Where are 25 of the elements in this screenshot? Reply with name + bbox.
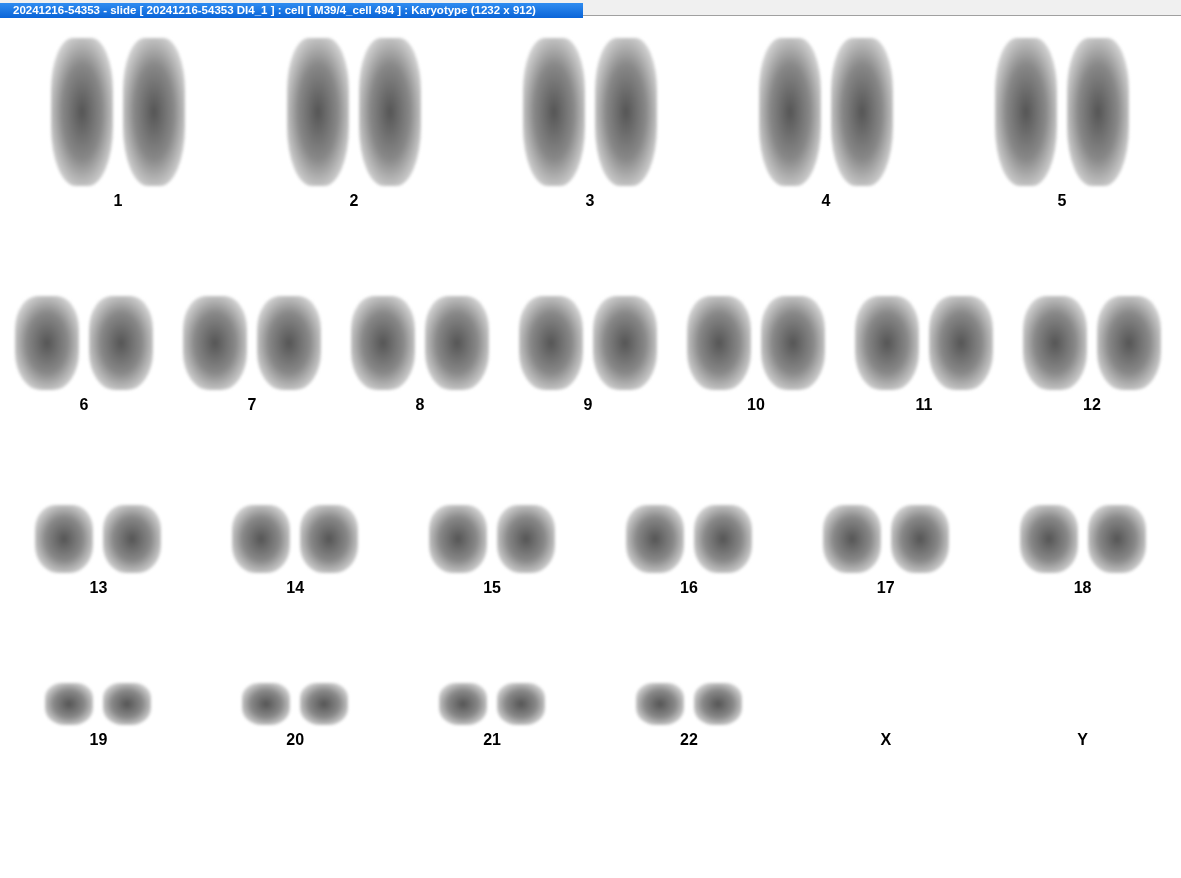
chromosome-number: 16 bbox=[680, 579, 698, 597]
chromosome-number: 13 bbox=[89, 579, 108, 597]
chromosome-number: 18 bbox=[1073, 579, 1092, 597]
chromosome-number: 3 bbox=[585, 192, 595, 210]
chromosome-number: 11 bbox=[915, 396, 933, 414]
chromosome-number: 17 bbox=[876, 579, 895, 597]
chromosome-number: X bbox=[880, 731, 892, 749]
chromosome-number: 6 bbox=[79, 396, 89, 414]
chromosome-number: 20 bbox=[286, 731, 305, 749]
chromosome-number: 9 bbox=[583, 396, 593, 414]
window-title: 20241216-54353 - slide [ 20241216-54353 DI4_1 ] : cell [ M39/4_cell 494 ] : Karyotype (1232 x 912) bbox=[0, 3, 583, 18]
chromosome-number: 1 bbox=[113, 192, 123, 210]
chromosome-number: 15 bbox=[483, 579, 501, 597]
chromosome-number: 14 bbox=[286, 579, 305, 597]
chromosome-number: 2 bbox=[349, 192, 359, 210]
chromosome-number: 12 bbox=[1083, 396, 1101, 414]
chromosome-number: Y bbox=[1077, 731, 1088, 749]
chromosome-number: 4 bbox=[821, 192, 831, 210]
chromosome-number: 19 bbox=[89, 731, 108, 749]
chromosome-number: 7 bbox=[247, 396, 257, 414]
chromosome-number: 10 bbox=[747, 396, 765, 414]
chromosome-number: 22 bbox=[680, 731, 698, 749]
chromosome-number: 8 bbox=[415, 396, 425, 414]
chromosome-number: 21 bbox=[483, 731, 501, 749]
chromosome-number: 5 bbox=[1057, 192, 1067, 210]
